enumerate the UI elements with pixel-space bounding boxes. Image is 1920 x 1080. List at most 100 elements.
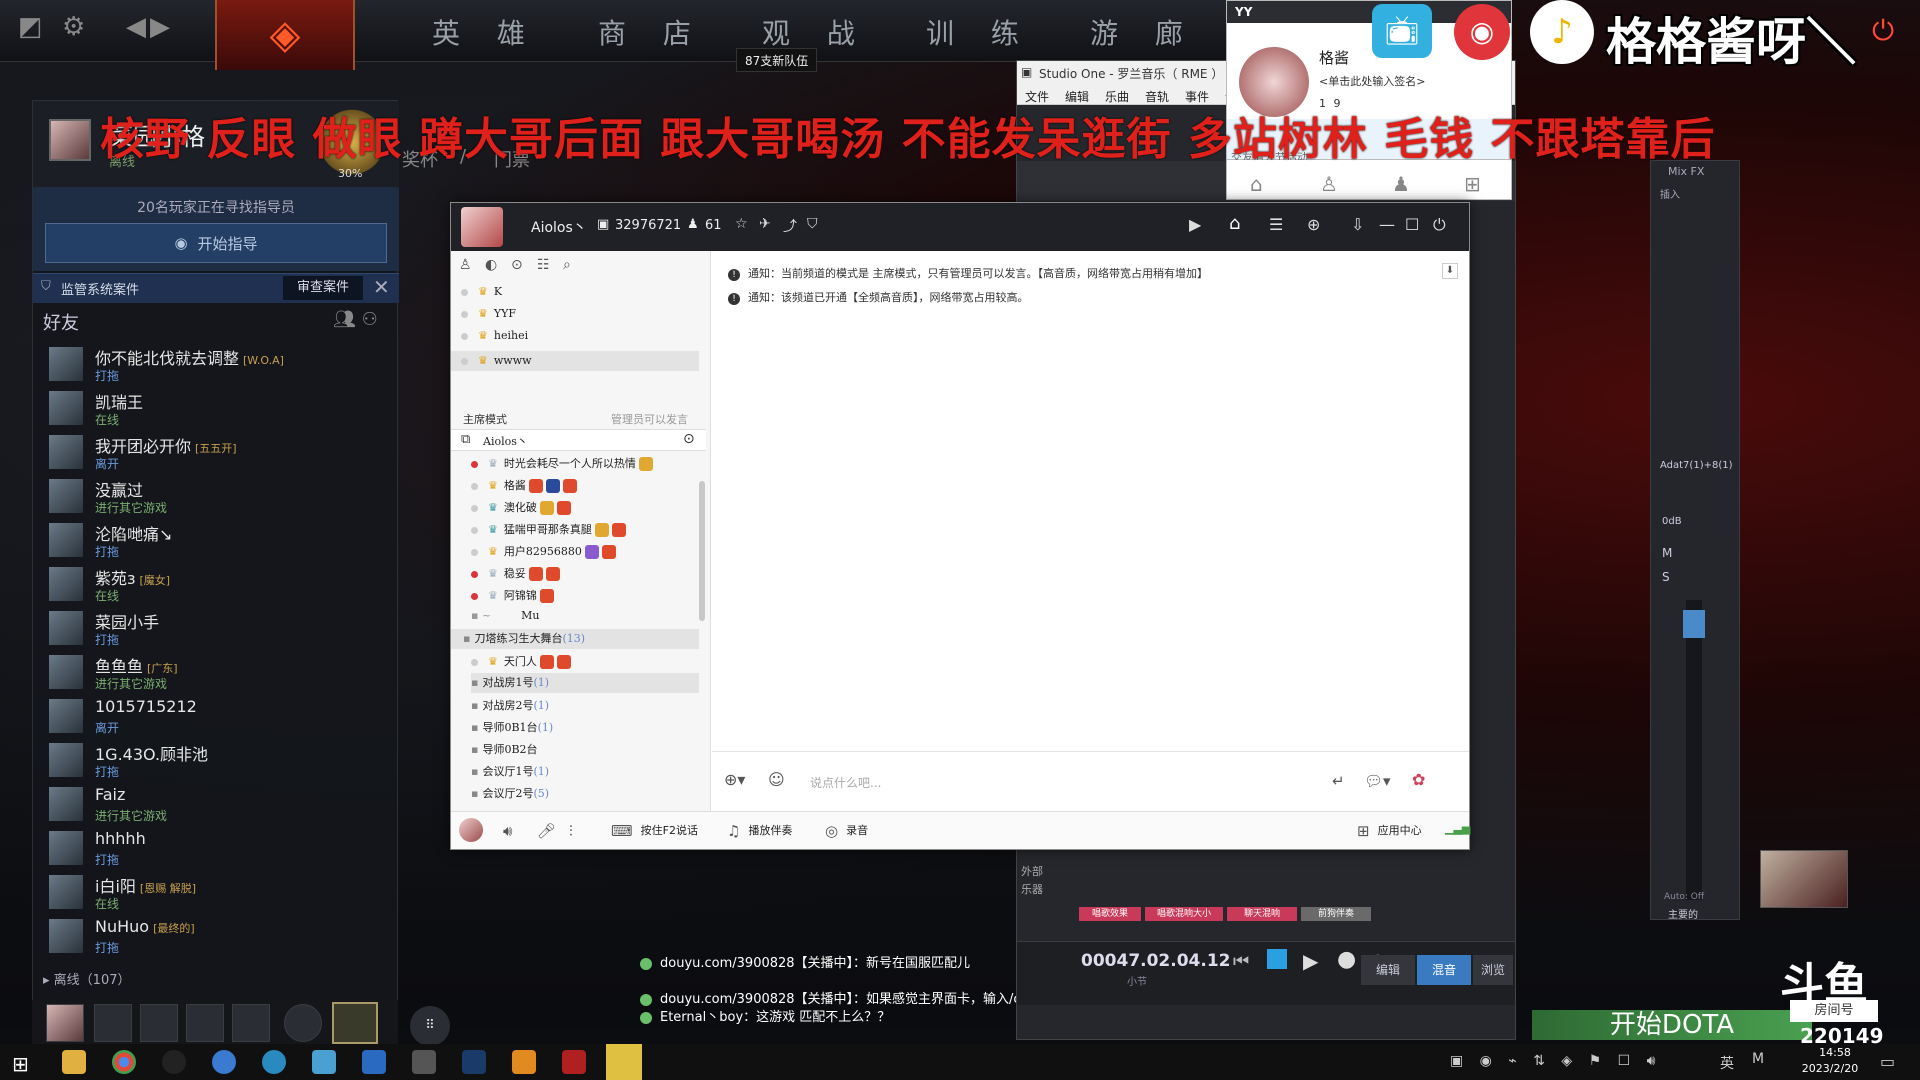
chat-channels-icon[interactable]: ⠿ xyxy=(410,1006,450,1046)
party-slot[interactable] xyxy=(186,1004,224,1042)
solo-button[interactable]: S xyxy=(1662,570,1670,584)
member-item[interactable]: ♛ 格酱 xyxy=(471,477,577,493)
sound-icon[interactable]: ◐ xyxy=(485,257,497,273)
yy-channel-name[interactable]: Aiolos丶 xyxy=(531,217,587,237)
dota-logo[interactable]: ◈ xyxy=(215,0,355,70)
member-item[interactable]: ♛ 猛喘甲哥那条真腿 xyxy=(471,521,626,537)
friend-item[interactable]: Faiz 进行其它游戏 xyxy=(33,783,399,827)
user-icon[interactable]: ♙ xyxy=(459,257,472,273)
steam-icon[interactable] xyxy=(462,1050,486,1074)
party-slot[interactable] xyxy=(232,1004,270,1042)
friend-item[interactable]: 菜园小手 打拖 xyxy=(33,607,399,651)
yy-profile-signature[interactable]: <单击此处输入签名> xyxy=(1319,73,1425,89)
review-case-button[interactable]: 审查案件 xyxy=(283,276,363,300)
friend-item[interactable]: 鱼鱼鱼 [广东] 进行其它游戏 xyxy=(33,651,399,695)
start-mentoring-button[interactable]: ◉ 开始指导 xyxy=(45,223,387,263)
external-label[interactable]: 外部 xyxy=(1021,863,1043,879)
member-item[interactable]: ♛ 澳化破 xyxy=(471,499,571,515)
friend-item[interactable]: 紫苑з [魔女] 在线 xyxy=(33,563,399,607)
user-item[interactable]: ♛ K xyxy=(461,285,502,298)
friend-item[interactable]: 没赢过 进行其它游戏 xyxy=(33,475,399,519)
chat-bubble-icon[interactable]: 💬︎▾ xyxy=(1364,772,1391,790)
flower-icon[interactable]: ✿ xyxy=(1412,770,1425,789)
download-icon[interactable]: ⇩ xyxy=(1351,215,1364,234)
record-button[interactable]: ◎ 录音 xyxy=(825,822,868,840)
app-icon[interactable] xyxy=(312,1050,336,1074)
friend-avatar[interactable] xyxy=(49,435,83,469)
friend-item[interactable]: NuHuo [最终的] 打拖 xyxy=(33,915,399,959)
member-item[interactable]: ▪ ~ Mu xyxy=(471,609,540,622)
friend-avatar[interactable] xyxy=(49,479,83,513)
ime-icon[interactable]: M xyxy=(1752,1051,1764,1067)
friend-avatar[interactable] xyxy=(49,919,83,953)
friend-avatar[interactable] xyxy=(49,523,83,557)
scroll-down-icon[interactable]: ⬇ xyxy=(1442,263,1458,279)
chrome-icon[interactable] xyxy=(112,1050,136,1074)
tree-scrollbar[interactable] xyxy=(699,481,705,621)
qq-icon[interactable] xyxy=(162,1050,186,1074)
friend-item[interactable]: 我开团必开你 [五五开] 离开 xyxy=(33,431,399,475)
instrument-label[interactable]: 乐器 xyxy=(1021,881,1043,897)
contact-icon[interactable]: ♙ xyxy=(1320,172,1338,196)
friend-item[interactable]: 你不能北伐就去调整 [W.O.A] 打拖 xyxy=(33,343,399,387)
fx-vocal-reverb-size[interactable]: 唱歌混响大小 xyxy=(1145,907,1223,921)
app-icon[interactable] xyxy=(262,1050,286,1074)
friend-avatar[interactable] xyxy=(49,567,83,601)
system-tray[interactable]: ▣ ◉ ⌁ ⇅ ◈ ⚑ ☐ 🔊︎ xyxy=(1450,1053,1661,1069)
play-accompaniment-button[interactable]: ♫ 播放伴奏 xyxy=(727,822,792,840)
room-item[interactable]: ▪ 对战房1号(1) xyxy=(471,673,699,693)
friend-item[interactable]: 凯瑞王 在线 xyxy=(33,387,399,431)
dashboard-icon[interactable]: ◩ xyxy=(18,12,43,42)
list-icon[interactable]: ☰ xyxy=(1269,215,1283,234)
fx-accompaniment[interactable]: 前狗伴奏 xyxy=(1301,907,1371,921)
star-icon[interactable]: ☆ xyxy=(735,216,748,232)
friend-avatar[interactable] xyxy=(49,787,83,821)
tab-heroes[interactable]: 英 雄 xyxy=(432,12,539,52)
close-icon[interactable]: ✕ xyxy=(373,275,390,299)
app-icon[interactable] xyxy=(512,1050,536,1074)
shield-alert-icon[interactable]: ⛉ xyxy=(807,216,818,232)
party-slot[interactable] xyxy=(94,1004,132,1042)
stop-icon[interactable] xyxy=(1267,949,1287,969)
tab-watch[interactable]: 观 战 xyxy=(762,12,869,52)
gamepad-icon[interactable]: ⊕ xyxy=(1307,215,1320,234)
share-icon[interactable]: ⤴ xyxy=(783,216,797,236)
emoji-icon[interactable]: ☺ xyxy=(768,770,785,789)
speaker-icon[interactable]: 🔊︎ xyxy=(503,822,520,840)
mic-icon[interactable]: 🎤︎ xyxy=(537,822,564,840)
emoji-game-icon[interactable]: ⊕▾ xyxy=(724,770,745,789)
input-language[interactable]: 英 xyxy=(1720,1053,1734,1073)
room-item[interactable]: ▪ 导师0B2台 xyxy=(471,741,538,757)
plane-icon[interactable]: ✈ xyxy=(759,216,771,232)
fx-chat-reverb[interactable]: 聊天混响 xyxy=(1227,907,1297,921)
member-item[interactable]: ♛ 用户82956880 xyxy=(471,543,616,559)
friend-avatar[interactable] xyxy=(49,831,83,865)
subchannel-main[interactable]: ▪ 刀塔练习生大舞台(13) xyxy=(451,629,699,649)
room-item[interactable]: ▪ 会议厅1号(1) xyxy=(471,763,549,779)
member-item[interactable]: ♛ 稳妥 xyxy=(471,565,560,581)
push-to-talk-button[interactable]: ⌨ 按住F2说话 xyxy=(611,822,698,840)
apps-icon[interactable]: ⊞ xyxy=(1464,172,1481,196)
automation-state[interactable]: Auto: Off xyxy=(1664,892,1704,902)
location-pin-icon[interactable]: ⊙ xyxy=(683,431,695,447)
member-item[interactable]: ♛ 时光会耗尽一个人所以热情 xyxy=(471,455,653,471)
friend-item[interactable]: i白i阳 [恩赐 解脱] 在线 xyxy=(33,871,399,915)
tab-edit[interactable]: 编辑 xyxy=(1361,955,1415,985)
profile-avatar[interactable] xyxy=(49,119,91,161)
play-icon[interactable]: ▶ xyxy=(1303,949,1318,973)
room-item[interactable]: ▪ 会议厅2号(5) xyxy=(471,785,549,801)
kugou-icon[interactable] xyxy=(212,1050,236,1074)
clock-date[interactable]: 2023/2/20 xyxy=(1790,1062,1870,1075)
tab-mix[interactable]: 混音 xyxy=(1417,955,1471,985)
party-slot[interactable] xyxy=(140,1004,178,1042)
member-item[interactable]: ♛ 天门人 xyxy=(471,653,571,669)
mix-fx-insert[interactable]: 插入 xyxy=(1660,186,1680,201)
add-friend-icon[interactable]: 👥︎ ⚇ xyxy=(333,309,378,330)
power-off-icon[interactable]: ⏻ xyxy=(1433,215,1446,235)
rewind-icon[interactable]: ⏮ xyxy=(1233,951,1249,972)
fx-vocal-effect[interactable]: 唱歌效果 xyxy=(1079,907,1141,921)
search-icon[interactable]: ⌕ xyxy=(563,257,571,273)
mute-button[interactable]: M xyxy=(1662,546,1672,560)
gear-icon[interactable]: ⚙ xyxy=(62,12,85,42)
video-icon[interactable]: ▶ xyxy=(1189,215,1201,234)
